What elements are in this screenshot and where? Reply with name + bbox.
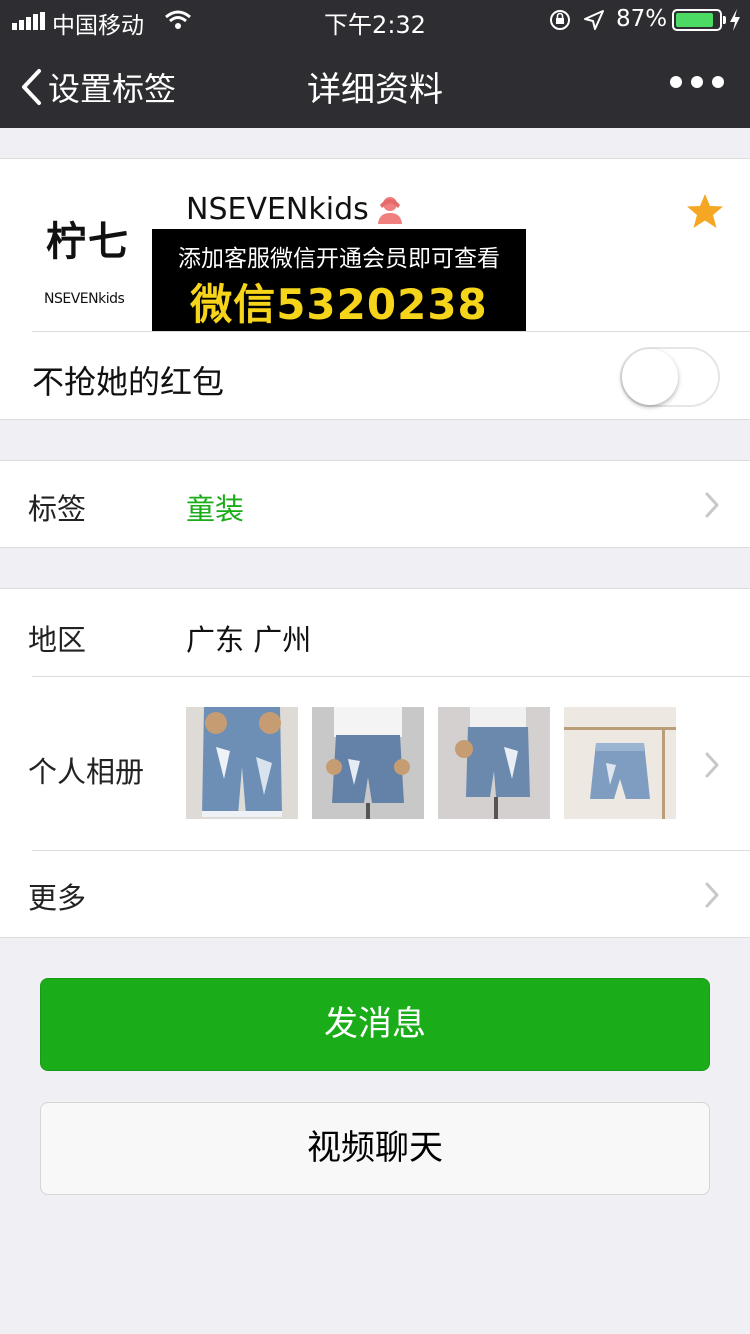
album-photo-4[interactable] bbox=[564, 707, 676, 819]
navigation-bar: 设置标签 详细资料 bbox=[0, 40, 750, 128]
tag-label: 标签 bbox=[28, 492, 87, 526]
orientation-lock-icon bbox=[550, 10, 570, 30]
album-photo-3[interactable] bbox=[438, 707, 550, 819]
region-label: 地区 bbox=[28, 623, 87, 657]
promo-line-1: 添加客服微信开通会员即可查看 bbox=[178, 246, 500, 272]
tag-value: 童装 bbox=[186, 492, 245, 526]
location-arrow-icon bbox=[584, 10, 604, 30]
redpacket-toggle[interactable] bbox=[620, 347, 720, 407]
avatar[interactable]: 柠七 NSEVENkids bbox=[32, 189, 154, 311]
divider bbox=[32, 331, 750, 332]
promo-line-2: 微信5320238 bbox=[190, 280, 488, 329]
more-label: 更多 bbox=[28, 881, 87, 915]
nickname-text: NSEVENkids bbox=[186, 192, 369, 227]
redpacket-label: 不抢她的红包 bbox=[32, 363, 225, 401]
chevron-right-icon bbox=[705, 752, 719, 778]
charging-icon bbox=[730, 9, 740, 31]
avatar-logo-subtext: NSEVENkids bbox=[44, 291, 125, 307]
video-chat-button[interactable]: 视频聊天 bbox=[40, 1102, 710, 1195]
status-bar: 中国移动 下午2:32 87% bbox=[0, 0, 750, 40]
avatar-logo-text: 柠七 bbox=[46, 218, 130, 265]
female-person-icon bbox=[377, 196, 402, 224]
region-value: 广东 广州 bbox=[186, 623, 312, 657]
album-row[interactable]: 个人相册 bbox=[0, 677, 750, 849]
battery-percent: 87% bbox=[616, 6, 668, 32]
page-title: 详细资料 bbox=[307, 70, 443, 110]
info-card: 地区 广东 广州 个人相册 更多 bbox=[0, 588, 750, 938]
battery-icon bbox=[672, 9, 726, 31]
album-photo-2[interactable] bbox=[312, 707, 424, 819]
tag-row[interactable]: 标签 童装 bbox=[0, 460, 750, 548]
star-icon[interactable] bbox=[686, 193, 724, 229]
more-row[interactable]: 更多 bbox=[0, 851, 750, 938]
album-photo-1[interactable] bbox=[186, 707, 298, 819]
toggle-knob bbox=[622, 349, 678, 405]
chevron-right-icon bbox=[705, 492, 719, 518]
chevron-right-icon bbox=[705, 882, 719, 908]
album-label: 个人相册 bbox=[28, 755, 145, 789]
profile-card: 柠七 NSEVENkids NSEVENkids 添加客服微信开通会员即可查看 … bbox=[0, 158, 750, 420]
more-dots-icon[interactable] bbox=[670, 76, 724, 88]
promo-banner: 添加客服微信开通会员即可查看 微信5320238 bbox=[152, 229, 526, 331]
send-message-button[interactable]: 发消息 bbox=[40, 978, 710, 1071]
nickname: NSEVENkids bbox=[186, 192, 405, 227]
